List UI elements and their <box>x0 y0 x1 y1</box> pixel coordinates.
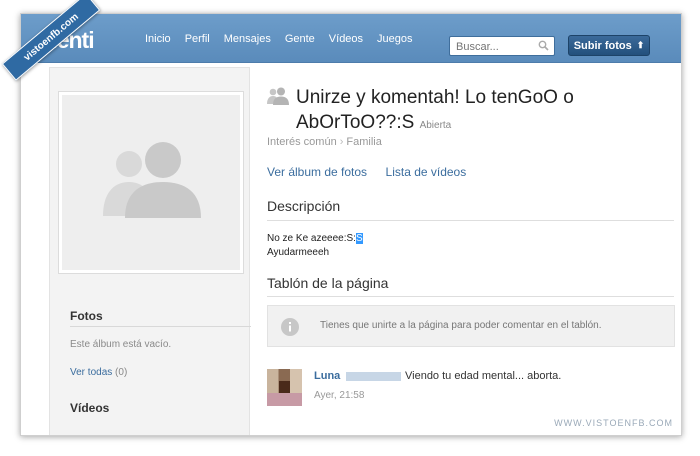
upload-photos-button[interactable]: Subir fotos ⬆ <box>568 35 650 56</box>
main-nav: Inicio Perfil Mensajes Gente Vídeos Jueg… <box>145 14 427 63</box>
page-links: Ver álbum de fotos Lista de vídeos <box>267 163 480 181</box>
photos-empty-text: Este álbum está vacío. <box>70 339 172 350</box>
comment-avatar[interactable] <box>267 369 302 406</box>
comment-text: Viendo tu edad mental... aborta. <box>405 370 562 382</box>
nav-gente[interactable]: Gente <box>285 33 315 45</box>
comment-timestamp: Ayer, 21:58 <box>314 390 365 401</box>
description-text: No ze Ke azeeee:S:S Ayudarmeeeh <box>267 232 363 260</box>
upload-arrow-icon: ⬆ <box>636 40 645 50</box>
description-line-1: No ze Ke azeeee:S:S <box>267 232 363 246</box>
photos-view-all-label: Ver todas <box>70 367 113 378</box>
board-notice: Tienes que unirte a la página para poder… <box>267 305 675 347</box>
videos-heading: Vídeos <box>70 401 110 415</box>
nav-mensajes[interactable]: Mensajes <box>224 33 271 45</box>
browser-frame: tuenti Inicio Perfil Mensajes Gente Víde… <box>20 13 682 436</box>
video-list-link[interactable]: Lista de vídeos <box>386 165 467 179</box>
board-notice-text: Tienes que unirte a la página para poder… <box>320 320 602 331</box>
blurred-surname <box>346 372 401 381</box>
nav-perfil[interactable]: Perfil <box>185 33 210 45</box>
search-icon[interactable] <box>538 40 549 51</box>
nav-inicio[interactable]: Inicio <box>145 33 171 45</box>
footer-watermark: WWW.VISTOENFB.COM <box>554 418 673 428</box>
group-silhouette-icon <box>103 142 201 218</box>
status-badge: Abierta <box>419 120 452 131</box>
upload-photos-label: Subir fotos <box>573 39 632 52</box>
category-breadcrumb: Interés común › Familia <box>267 136 382 148</box>
photos-view-all-link[interactable]: Ver todas (0) <box>70 367 127 378</box>
category-label: Interés común <box>267 136 337 148</box>
description-line-2: Ayudarmeeeh <box>267 247 330 258</box>
group-icon <box>267 87 289 105</box>
page-avatar-placeholder <box>58 91 244 274</box>
description-line-1-text: No ze Ke azeeee:S: <box>267 233 356 244</box>
nav-videos[interactable]: Vídeos <box>329 33 363 45</box>
photos-divider <box>70 326 251 327</box>
info-icon <box>281 318 299 336</box>
photos-count: (0) <box>115 367 128 378</box>
board-divider <box>267 296 674 297</box>
search-box <box>449 36 555 56</box>
breadcrumb-separator: › <box>339 136 344 148</box>
nav-juegos[interactable]: Juegos <box>377 33 412 45</box>
page-title: Unirze y komentah! Lo tenGoO o AbOrToO??… <box>296 85 626 138</box>
comment-author-link[interactable]: Luna <box>314 370 340 382</box>
selected-text: S <box>355 233 363 244</box>
avatar-pixel-block <box>267 393 302 406</box>
search-input[interactable] <box>450 38 538 56</box>
subcategory-label: Familia <box>346 136 382 148</box>
photos-heading: Fotos <box>70 309 103 323</box>
description-heading: Descripción <box>267 198 341 214</box>
view-photo-album-link[interactable]: Ver álbum de fotos <box>267 165 367 179</box>
board-heading: Tablón de la página <box>267 275 389 291</box>
avatar-pixel-block <box>279 381 290 393</box>
description-divider <box>267 220 674 221</box>
left-sidebar: Fotos Este álbum está vacío. Ver todas (… <box>49 67 251 435</box>
top-navigation-bar: tuenti Inicio Perfil Mensajes Gente Víde… <box>21 14 681 63</box>
